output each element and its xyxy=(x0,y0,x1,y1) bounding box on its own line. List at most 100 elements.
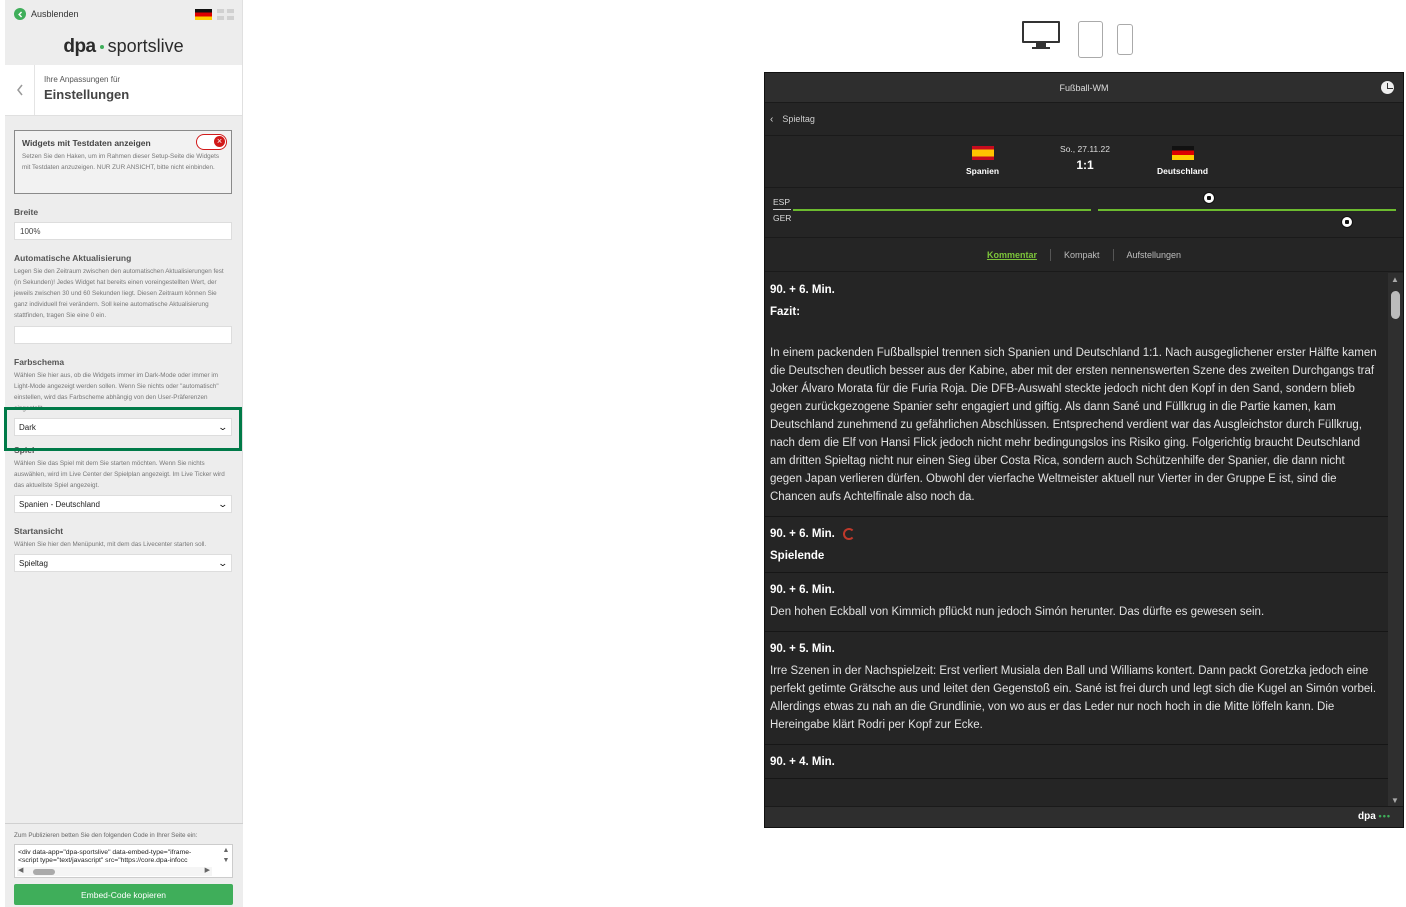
desktop-icon[interactable] xyxy=(1022,21,1060,49)
game-select[interactable]: Spanien - Deutschland ⌄ xyxy=(14,495,232,513)
start-value: Spieltag xyxy=(19,558,48,568)
testdata-box: Widgets mit Testdaten anzeigen Setzen Si… xyxy=(14,130,232,194)
width-label: Breite xyxy=(14,207,39,217)
logo-product: sportslive xyxy=(107,36,184,56)
width-input[interactable]: 100% xyxy=(14,222,232,240)
testdata-label: Widgets mit Testdaten anzeigen xyxy=(22,138,151,148)
game-hint: Wählen Sie das Spiel mit dem Sie starten… xyxy=(14,460,225,489)
embed-footer: Zum Publizieren betten Sie den folgenden… xyxy=(5,823,243,907)
goal-ball-icon[interactable] xyxy=(1203,192,1215,204)
timeline-away-code: GER xyxy=(773,213,792,223)
tab-kommentar[interactable]: Kommentar xyxy=(974,249,1050,261)
testdata-toggle[interactable]: × xyxy=(196,134,227,150)
dpa-sportslive-logo: dpa sportslive xyxy=(5,28,242,65)
feed-scrollbar[interactable]: ▲ ▼ xyxy=(1388,273,1403,807)
horizontal-scrollbar[interactable]: ◀ ▶ xyxy=(17,867,212,876)
entry-minute: 90. + 4. Min. xyxy=(770,756,835,768)
timeline-divider xyxy=(773,209,791,210)
arrow-up-icon[interactable]: ▲ xyxy=(1391,275,1399,284)
arrow-left-icon[interactable]: ◀ xyxy=(18,867,23,875)
entry-headline: Spielende xyxy=(770,550,825,562)
testdata-hint: Setzen Sie den Haken, um im Rahmen diese… xyxy=(22,153,220,171)
copy-embed-button[interactable]: Embed-Code kopieren xyxy=(14,884,233,905)
widget-title: Fußball-WM xyxy=(1059,82,1109,93)
header-subtitle: Ihre Anpassungen für xyxy=(44,75,121,84)
vertical-scrollbar[interactable]: ▲ ▼ xyxy=(221,846,231,876)
match-result: 1:1 xyxy=(1076,158,1094,172)
back-button[interactable] xyxy=(5,65,35,115)
tablet-icon[interactable] xyxy=(1078,21,1103,58)
flag-gb-icon[interactable] xyxy=(217,8,234,20)
away-team: Deutschland xyxy=(1157,146,1208,176)
feed-entry: 90. + 6. Min. Den hohen Eckball von Kimm… xyxy=(765,573,1389,632)
timeline-first-half xyxy=(793,209,1091,211)
goal-ball-icon[interactable] xyxy=(1341,216,1353,228)
widget-preview: Fußball-WM ‹ Spieltag Spanien So., 27.11… xyxy=(764,72,1404,828)
start-hint: Wählen Sie hier den Menüpunkt, mit dem d… xyxy=(14,541,207,548)
refresh-hint: Legen Sie den Zeitraum zwischen den auto… xyxy=(14,268,224,319)
widget-tabs: Kommentar Kompakt Aufstellungen xyxy=(765,238,1403,272)
scroll-thumb[interactable] xyxy=(1391,291,1400,319)
refresh-input[interactable] xyxy=(14,326,232,344)
start-label: Startansicht xyxy=(14,526,64,536)
entry-headline: Fazit: xyxy=(770,306,801,318)
chevron-left-icon xyxy=(14,8,26,20)
entry-text: In einem packenden Fußballspiel trennen … xyxy=(770,347,1377,503)
scheme-label: Farbschema xyxy=(14,357,65,367)
scheme-hint: Wählen Sie hier aus, ob die Widgets imme… xyxy=(14,372,219,412)
arrow-down-icon[interactable]: ▼ xyxy=(1391,796,1399,805)
entry-minute: 90. + 6. Min. xyxy=(770,528,1379,540)
phone-icon[interactable] xyxy=(1117,24,1133,55)
timeline-second-half xyxy=(1098,209,1396,211)
panel-topbar: Ausblenden xyxy=(5,0,242,28)
scheme-select[interactable]: Dark ⌄ xyxy=(14,418,232,436)
embed-code-textarea[interactable]: <div data-app="dpa-sportslive" data-embe… xyxy=(14,844,233,878)
chevron-down-icon: ⌄ xyxy=(217,421,229,432)
entry-minute: 90. + 6. Min. xyxy=(770,284,835,296)
settings-panel: Ausblenden dpa sportslive Ihre Anpassung… xyxy=(5,0,243,907)
chevron-down-icon: ⌄ xyxy=(217,557,229,568)
game-value: Spanien - Deutschland xyxy=(19,499,100,509)
flag-es-icon xyxy=(971,146,994,160)
flag-de-icon[interactable] xyxy=(195,8,212,20)
tab-kompakt[interactable]: Kompakt xyxy=(1049,248,1113,261)
away-team-name: Deutschland xyxy=(1157,166,1209,176)
dpa-brand: dpa ••• xyxy=(1358,811,1391,822)
flag-de-icon xyxy=(1171,146,1194,160)
entry-minute: 90. + 5. Min. xyxy=(770,643,835,655)
hide-label: Ausblenden xyxy=(31,9,79,19)
nav-label: Spieltag xyxy=(782,114,815,124)
code-line: <script type="text/javascript" src="http… xyxy=(18,857,188,864)
widget-back-nav[interactable]: ‹ Spieltag xyxy=(765,103,1403,136)
code-line: <div data-app="dpa-sportslive" data-embe… xyxy=(18,849,192,856)
match-header: Spanien So., 27.11.22 1:1 Deutschland xyxy=(765,136,1403,188)
game-label: Spiel xyxy=(14,445,35,455)
scroll-thumb[interactable] xyxy=(33,869,55,875)
commentary-feed[interactable]: 90. + 6. Min. Fazit: In einem packenden … xyxy=(765,273,1389,807)
logo-dot xyxy=(99,44,104,49)
embed-note: Zum Publizieren betten Sie den folgenden… xyxy=(14,832,198,839)
arrow-right-icon[interactable]: ▶ xyxy=(205,867,210,875)
settings-header: Ihre Anpassungen für Einstellungen xyxy=(5,65,242,116)
start-select[interactable]: Spieltag ⌄ xyxy=(14,554,232,572)
widget-footer: dpa ••• xyxy=(765,806,1403,827)
feed-entry: 90. + 5. Min. Irre Szenen in der Nachspi… xyxy=(765,632,1389,745)
logo-dpa: dpa xyxy=(63,35,96,57)
chevron-down-icon: ⌄ xyxy=(217,498,229,509)
clock-icon[interactable] xyxy=(1381,81,1394,94)
refresh-label: Automatische Aktualisierung xyxy=(14,253,132,263)
close-icon: × xyxy=(214,136,225,147)
tab-aufstellungen[interactable]: Aufstellungen xyxy=(1112,248,1195,261)
brand-text: dpa xyxy=(1357,811,1376,822)
match-timeline: ESP GER xyxy=(765,188,1403,238)
home-team: Spanien xyxy=(966,146,999,176)
widget-header: Fußball-WM xyxy=(765,73,1403,103)
feed-entry: 90. + 4. Min. xyxy=(765,745,1389,779)
chevron-left-icon: ‹ xyxy=(770,113,774,125)
settings-form: Widgets mit Testdaten anzeigen Setzen Si… xyxy=(5,116,242,572)
whistle-icon xyxy=(842,528,855,540)
dots-icon: ••• xyxy=(1378,811,1391,821)
scheme-value: Dark xyxy=(19,422,36,432)
page-title: Einstellungen xyxy=(44,87,130,102)
hide-button[interactable]: Ausblenden xyxy=(14,8,79,20)
